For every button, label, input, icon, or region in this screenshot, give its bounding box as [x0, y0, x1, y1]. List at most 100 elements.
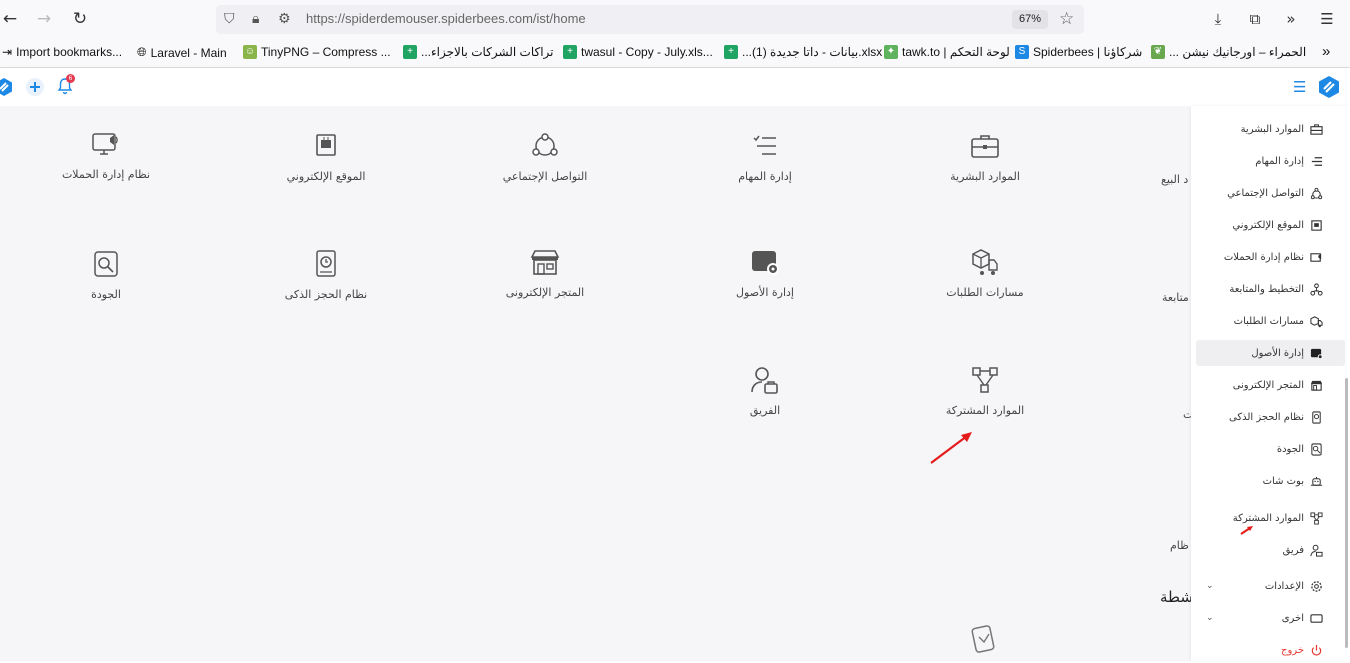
zoom-level[interactable]: 67%: [1012, 10, 1048, 29]
booking-icon: [316, 250, 336, 277]
bookmark-label: Laravel - Main: [150, 45, 227, 60]
module-orders[interactable]: مسارات الطلبات: [905, 246, 1065, 299]
sidebar-item-booking[interactable]: نظام الحجز الذكى: [1196, 404, 1345, 430]
bookmark-label: ...بيانات - داتا جديدة (1).xlsx: [742, 45, 883, 59]
planning-icon: [1310, 282, 1323, 296]
bookmarks-overflow-icon[interactable]: »: [1322, 43, 1330, 60]
sidebar-item-social[interactable]: التواصل الإجتماعي: [1196, 180, 1345, 206]
power-icon: [1311, 644, 1322, 656]
module-tasks[interactable]: إدارة المهام: [685, 130, 845, 183]
back-icon[interactable]: ←: [0, 9, 20, 29]
address-bar[interactable]: ⛉ 🔒︎ ⚙ https://spiderdemouser.spiderbees…: [216, 5, 1084, 34]
sidebar-item-label: فريق: [1282, 544, 1304, 556]
sidebar-item-label: المتجر الإلكترونى: [1232, 379, 1304, 391]
bookmark-tawk[interactable]: ✦ tawk.to | لوحة التحكم: [884, 45, 1010, 59]
module-label: المتجر الإلكترونى: [505, 286, 585, 299]
bookmark-label: tawk.to | لوحة التحكم: [902, 45, 1010, 59]
sidebar-item-label: إدارة الأصول: [1251, 347, 1304, 359]
module-store[interactable]: المتجر الإلكترونى: [465, 246, 625, 299]
sidebar-item-website[interactable]: الموقع الإلكتروني: [1196, 212, 1345, 238]
sidebar-scrollbar[interactable]: [1345, 378, 1348, 648]
annotation-arrow: [930, 432, 972, 464]
notifications-button[interactable]: 6: [57, 74, 77, 97]
module-planning-partial[interactable]: متابعة: [1162, 291, 1189, 304]
module-campaigns[interactable]: نظام إدارة الحملات: [26, 128, 186, 181]
module-website[interactable]: الموقع الإلكتروني: [246, 130, 406, 183]
module-shared-resources[interactable]: الموارد المشتركة: [905, 364, 1065, 417]
shared-icon: [1310, 511, 1323, 525]
sidebar-item-orders[interactable]: مسارات الطلبات: [1196, 308, 1345, 334]
tawk-icon: ✦: [884, 45, 898, 59]
bookmark-organic[interactable]: ❦ ... الحمراء – اورجانيك نيشن: [1151, 45, 1306, 59]
website-icon: [1311, 219, 1322, 231]
module-quality[interactable]: الجودة: [26, 248, 186, 301]
bookmark-import[interactable]: ⇥ Import bookmarks...: [2, 45, 122, 59]
sidebar-item-team[interactable]: فريق: [1196, 537, 1345, 563]
star-icon[interactable]: ☆: [1059, 9, 1074, 29]
sidebar-item-label: اخرى: [1281, 612, 1304, 624]
briefcase-icon: [971, 135, 999, 158]
module-partial-system[interactable]: ظام: [1170, 539, 1189, 552]
module-booking[interactable]: نظام الحجز الذكى: [246, 248, 406, 301]
sidebar-item-shared-resources[interactable]: الموارد المشتركة: [1196, 505, 1345, 531]
chevron-down-icon[interactable]: ⌄: [1206, 613, 1214, 623]
bookmark-label: Spiderbees | شركاؤنا: [1033, 45, 1143, 59]
sidebar-item-store[interactable]: المتجر الإلكترونى: [1196, 372, 1345, 398]
download-icon[interactable]: ⤓: [1208, 9, 1228, 29]
module-social[interactable]: التواصل الإجتماعي: [465, 130, 625, 183]
bookmark-data[interactable]: + ...بيانات - داتا جديدة (1).xlsx: [724, 45, 882, 59]
sidebar-item-assets[interactable]: إدارة الأصول: [1196, 340, 1345, 366]
sidebar-item-logout[interactable]: خروج: [1196, 637, 1345, 663]
module-assets[interactable]: إدارة الأصول: [685, 246, 845, 299]
app-header: 6 ☰: [0, 68, 1350, 106]
permissions-icon[interactable]: ⚙: [278, 11, 291, 27]
module-label: الموارد المشتركة: [945, 404, 1025, 417]
notification-badge: 6: [66, 74, 75, 83]
forward-icon[interactable]: →: [34, 9, 54, 29]
sidebar-item-campaigns[interactable]: نظام إدارة الحملات: [1196, 244, 1345, 270]
add-icon[interactable]: [25, 77, 45, 97]
sidebar-item-hr[interactable]: الموارد البشرية: [1196, 116, 1345, 142]
quality-icon: [94, 251, 118, 277]
sidebar-item-quality[interactable]: الجودة: [1196, 436, 1345, 462]
bookmark-spiderbees[interactable]: S Spiderbees | شركاؤنا: [1015, 45, 1142, 59]
bookmark-twasul[interactable]: + twasul - Copy - July.xls...: [563, 45, 713, 59]
lock-icon[interactable]: 🔒︎: [252, 11, 259, 27]
module-label: نظام إدارة الحملات: [61, 168, 151, 181]
store-icon: [1310, 380, 1323, 391]
url-text[interactable]: https://spiderdemouser.spiderbees.com/is…: [306, 11, 586, 26]
overflow-icon[interactable]: »: [1281, 9, 1301, 29]
campaign-icon: [1310, 252, 1322, 262]
spiderbees-icon: S: [1015, 45, 1029, 59]
tasks-icon: [1311, 156, 1323, 166]
sidebar-item-tasks[interactable]: إدارة المهام: [1196, 148, 1345, 174]
brand-logo-icon[interactable]: [1318, 75, 1340, 99]
bookmark-tinypng[interactable]: ☺ TinyPNG – Compress ...: [243, 45, 391, 59]
booking-icon: [1312, 410, 1321, 424]
bookmark-label: TinyPNG – Compress ...: [261, 45, 391, 59]
sheets-icon: +: [724, 45, 738, 59]
bookmark-laravel[interactable]: 🌐︎ Laravel - Main: [137, 45, 227, 60]
briefcase-icon: [1310, 123, 1323, 135]
app-logo-icon[interactable]: [0, 77, 14, 97]
window-icon: [1310, 613, 1323, 623]
sidebar-item-settings[interactable]: ⌄ الإعدادات: [1196, 573, 1345, 599]
sidebar-item-label: نظام الحجز الذكى: [1228, 411, 1304, 423]
bookmark-tracks[interactable]: + ...تراكات الشركات بالاجزاء: [403, 45, 553, 59]
reload-icon[interactable]: ↻: [70, 9, 90, 29]
menu-icon[interactable]: ☰: [1317, 9, 1337, 29]
module-sales-partial[interactable]: د البيع: [1161, 173, 1188, 186]
module-team[interactable]: الفريق: [685, 364, 845, 417]
module-hr[interactable]: الموارد البشرية: [905, 130, 1065, 183]
sidebar-item-planning[interactable]: التخطيط والمتابعة: [1196, 276, 1345, 302]
sidebar-item-chatbot[interactable]: بوت شات: [1196, 468, 1345, 494]
module-label: إدارة المهام: [738, 170, 792, 183]
chevron-down-icon[interactable]: ⌄: [1206, 581, 1214, 591]
extensions-icon[interactable]: ⧉: [1245, 9, 1265, 29]
sidebar-toggle-icon[interactable]: ☰: [1293, 78, 1306, 96]
quality-icon: [1311, 442, 1322, 456]
module-label: مسارات الطلبات: [946, 286, 1024, 299]
social-icon: [532, 133, 558, 156]
sidebar-item-other[interactable]: ⌄ اخرى: [1196, 605, 1345, 631]
shield-icon[interactable]: ⛉: [224, 11, 235, 27]
